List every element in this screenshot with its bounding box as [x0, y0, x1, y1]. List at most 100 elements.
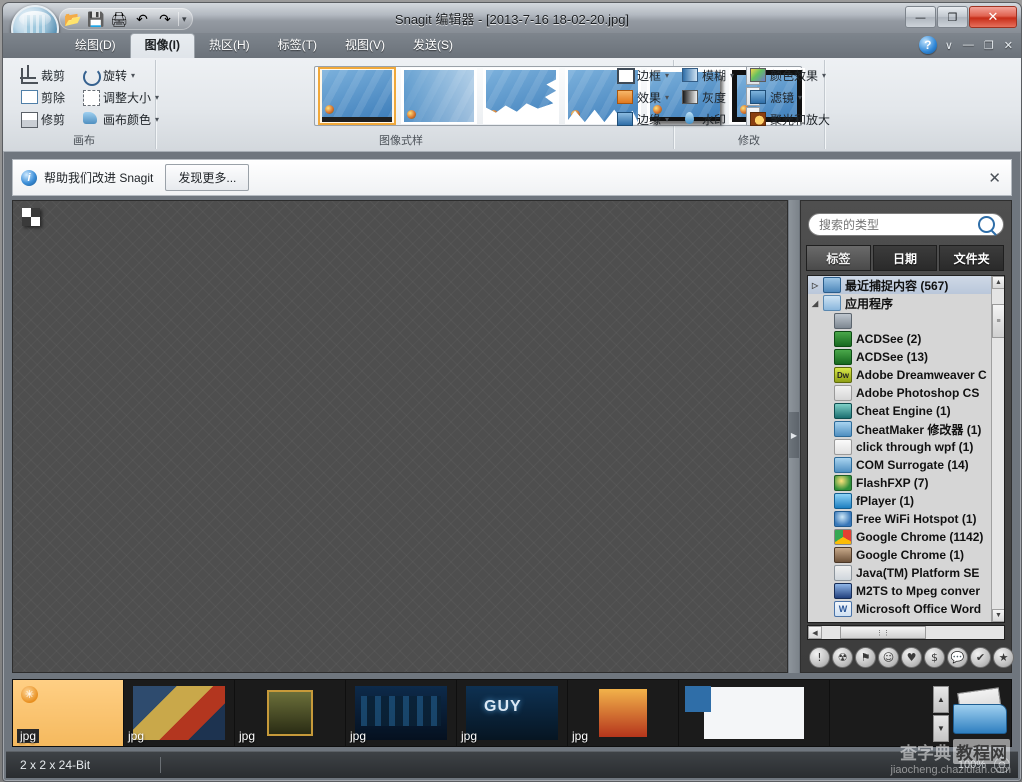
sidebar-tab-folder[interactable]: 文件夹: [939, 245, 1005, 271]
filmstrip-item-selected[interactable]: ✳ jpg: [13, 680, 124, 746]
tree-item-microsoft-office-word[interactable]: W Microsoft Office Word: [808, 600, 991, 618]
tree-item-flashfxp[interactable]: FlashFXP (7): [808, 474, 991, 492]
scroll-up-button[interactable]: ▲: [992, 276, 1004, 289]
ribbon-close-icon[interactable]: ✕: [1002, 39, 1015, 52]
style-thumb-torn[interactable]: [483, 68, 559, 124]
blur-command[interactable]: 模糊 ▾: [678, 64, 737, 86]
scrollbar-thumb[interactable]: ≡: [992, 304, 1004, 338]
filmstrip-item-game-icon[interactable]: jpg: [235, 680, 346, 746]
stamp-speech-icon[interactable]: 💬: [947, 646, 968, 668]
ribbon-restore-icon[interactable]: ❐: [982, 39, 996, 52]
tree-item-acdsee-2[interactable]: ACDSee (2): [808, 330, 991, 348]
undo-icon[interactable]: ↶: [132, 10, 152, 28]
tab-image[interactable]: 图像(I): [129, 33, 195, 59]
splitter-handle[interactable]: ▶: [789, 412, 799, 458]
grayscale-command[interactable]: 灰度: [678, 86, 737, 108]
tree-item-image-app[interactable]: [808, 312, 991, 330]
expander-icon[interactable]: ▷: [812, 281, 823, 290]
filmstrip-item-guy[interactable]: jpg: [457, 680, 568, 746]
style-thumb-plain[interactable]: [318, 67, 396, 125]
search-box[interactable]: [808, 213, 1004, 236]
filmstrip-scroll-down-button[interactable]: ▼: [933, 715, 949, 742]
tree-item-dreamweaver[interactable]: Dw Adobe Dreamweaver C: [808, 366, 991, 384]
close-button[interactable]: ✕: [969, 6, 1017, 28]
open-icon[interactable]: 📂: [63, 10, 83, 28]
chevron-down-icon[interactable]: ▾: [798, 93, 802, 102]
restore-button[interactable]: ❐: [937, 6, 968, 28]
border-command[interactable]: 边框 ▾: [613, 64, 672, 86]
tree-item-java-platform-se[interactable]: Java(TM) Platform SE: [808, 564, 991, 582]
search-icon[interactable]: [978, 216, 995, 233]
stamp-star-icon[interactable]: ★: [993, 646, 1014, 668]
stamp-smiley-icon[interactable]: ☺: [878, 646, 899, 668]
filter-command[interactable]: 滤镜 ▾: [746, 86, 833, 108]
close-icon[interactable]: ✕: [988, 169, 1003, 187]
stamp-heart-icon[interactable]: ♥: [901, 646, 922, 668]
chevron-down-icon[interactable]: ▾: [665, 71, 669, 80]
rotate-command[interactable]: 旋转 ▾: [79, 64, 162, 86]
tab-send[interactable]: 发送(S): [399, 33, 467, 58]
spotlight-magnify-command[interactable]: 聚光和放大: [746, 108, 833, 130]
redo-icon[interactable]: ↷: [155, 10, 175, 28]
style-thumb-fade[interactable]: [401, 68, 477, 124]
tab-tags[interactable]: 标签(T): [264, 33, 331, 58]
canvas-image[interactable]: [22, 208, 40, 226]
chevron-down-icon[interactable]: ▾: [131, 71, 135, 80]
hscrollbar-thumb[interactable]: ⋮⋮: [840, 626, 926, 639]
stamp-radiation-icon[interactable]: ☢: [832, 646, 853, 668]
save-icon[interactable]: 💾: [86, 10, 106, 28]
library-tree[interactable]: ▷ 最近捕捉内容 (567) ◢ 应用程序 ACDSee (2) ACDSee …: [807, 275, 1005, 623]
help-icon[interactable]: ?: [918, 36, 937, 54]
sidebar-tab-date[interactable]: 日期: [872, 245, 938, 271]
chevron-down-icon[interactable]: ▾: [665, 115, 669, 124]
tree-item-com-surrogate[interactable]: COM Surrogate (14): [808, 456, 991, 474]
tab-hotspot[interactable]: 热区(H): [195, 33, 264, 58]
tree-item-fplayer[interactable]: fPlayer (1): [808, 492, 991, 510]
tree-item-free-wifi-hotspot[interactable]: Free WiFi Hotspot (1): [808, 510, 991, 528]
chevron-down-icon[interactable]: ▾: [730, 71, 734, 80]
crop-command[interactable]: 裁剪: [17, 64, 68, 86]
canvas-color-command[interactable]: 画布颜色 ▾: [79, 108, 162, 130]
ribbon-minimize-icon[interactable]: —: [961, 39, 976, 51]
tree-item-m2ts-converter[interactable]: M2TS to Mpeg conver: [808, 582, 991, 600]
cutout-command[interactable]: 剪除: [17, 86, 68, 108]
filmstrip-item-books[interactable]: jpg: [124, 680, 235, 746]
effects-command[interactable]: 效果 ▾: [613, 86, 672, 108]
filmstrip-item-document[interactable]: [679, 680, 830, 746]
color-effect-command[interactable]: 颜色效果 ▾: [746, 64, 833, 86]
tree-vertical-scrollbar[interactable]: ▲ ≡ ▼: [991, 276, 1004, 622]
edge-command[interactable]: 边缘 ▾: [613, 108, 672, 130]
minimize-button[interactable]: —: [905, 6, 936, 28]
tree-item-cheat-engine[interactable]: Cheat Engine (1): [808, 402, 991, 420]
image-canvas[interactable]: [12, 200, 788, 673]
tree-item-recent-captures[interactable]: ▷ 最近捕捉内容 (567): [808, 276, 991, 294]
scroll-left-button[interactable]: ◀: [808, 626, 822, 639]
tree-item-applications[interactable]: ◢ 应用程序: [808, 294, 991, 312]
tab-draw[interactable]: 绘图(D): [61, 33, 130, 58]
tab-view[interactable]: 视图(V): [331, 33, 399, 58]
trim-command[interactable]: 修剪: [17, 108, 68, 130]
resize-command[interactable]: 调整大小 ▾: [79, 86, 162, 108]
zoom-out-icon[interactable]: ⊖: [994, 757, 1010, 773]
tree-item-photoshop[interactable]: Adobe Photoshop CS: [808, 384, 991, 402]
filmstrip-scroll-up-button[interactable]: ▲: [933, 686, 949, 713]
discover-more-button[interactable]: 发现更多...: [165, 164, 250, 191]
expander-icon[interactable]: ◢: [812, 299, 823, 308]
tree-item-acdsee-13[interactable]: ACDSee (13): [808, 348, 991, 366]
filmstrip-item-hero[interactable]: jpg: [568, 680, 679, 746]
filmstrip-tray[interactable]: ✳ jpg jpg jpg jpg jpg jpg: [12, 679, 1012, 747]
stamp-check-icon[interactable]: ✔: [970, 646, 991, 668]
tree-item-click-through-wpf[interactable]: click through wpf (1): [808, 438, 991, 456]
tree-item-cheatmaker[interactable]: CheatMaker 修改器 (1): [808, 420, 991, 438]
tree-horizontal-scrollbar[interactable]: ◀ ⋮⋮: [807, 625, 1005, 640]
chevron-down-icon[interactable]: ▾: [665, 93, 669, 102]
watermark-command[interactable]: 水印: [678, 108, 737, 130]
print-icon[interactable]: 🖨: [109, 10, 129, 28]
scroll-down-button[interactable]: ▼: [992, 609, 1004, 622]
chevron-down-icon[interactable]: ▾: [182, 14, 187, 25]
stamp-dollar-icon[interactable]: $: [924, 646, 945, 668]
stamp-exclamation-icon[interactable]: !: [809, 646, 830, 668]
sidebar-tab-tags[interactable]: 标签: [806, 245, 871, 271]
chevron-down-icon[interactable]: ∨: [943, 39, 955, 52]
panel-splitter[interactable]: ▶: [789, 200, 799, 673]
